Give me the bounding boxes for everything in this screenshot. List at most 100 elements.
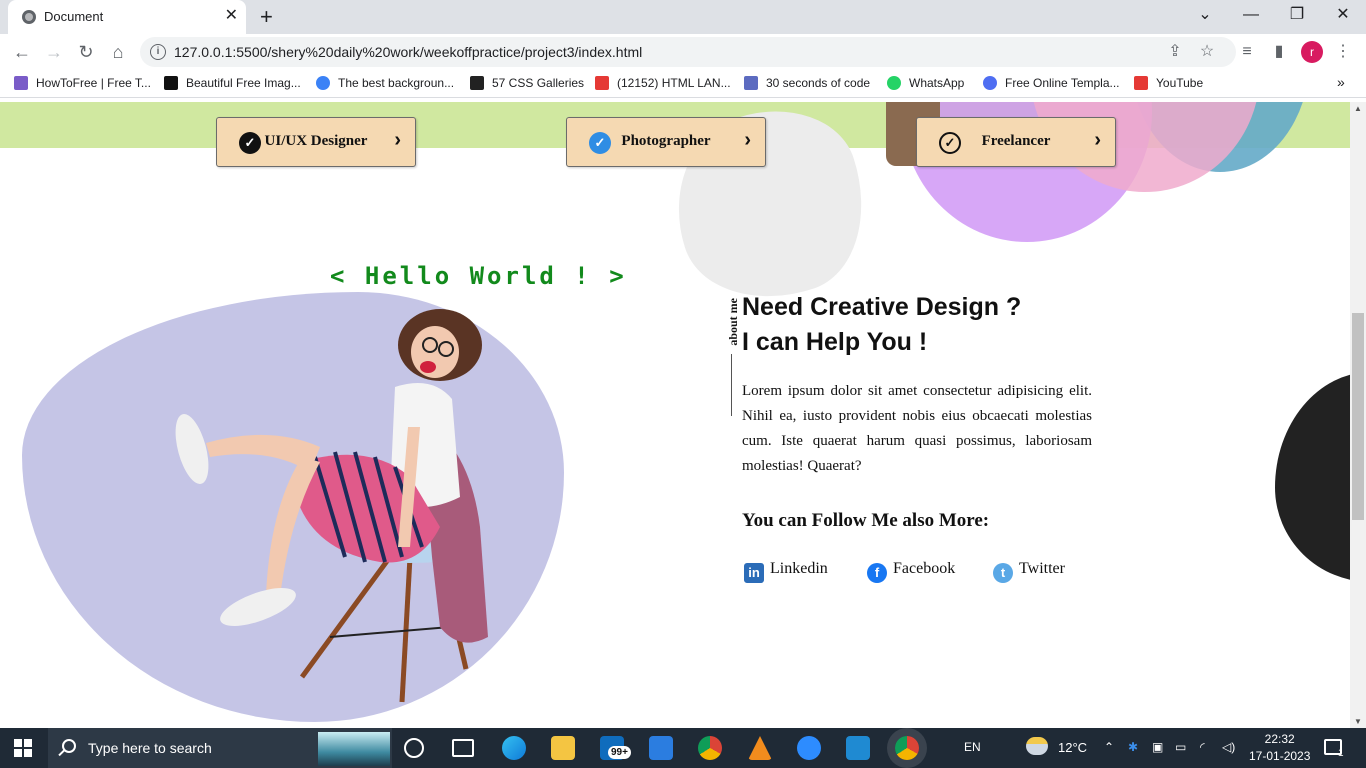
- section-heading: Need Creative Design ? I can Help You !: [742, 290, 1021, 360]
- url-text[interactable]: 127.0.0.1:5500/shery%20daily%20work/week…: [174, 44, 642, 60]
- address-bar[interactable]: i 127.0.0.1:5500/shery%20daily%20work/we…: [140, 37, 1236, 67]
- about-paragraph: Lorem ipsum dolor sit amet consectetur a…: [742, 383, 1092, 474]
- social-link-linkedin[interactable]: in Linkedin: [744, 560, 828, 583]
- reading-list-icon[interactable]: ≡: [1236, 41, 1258, 63]
- facebook-icon: f: [867, 563, 887, 583]
- bookmark-favicon-icon: [164, 76, 178, 90]
- scroll-up-icon[interactable]: ▲: [1350, 104, 1366, 113]
- tab-close-icon[interactable]: ✕: [225, 7, 238, 25]
- volume-icon[interactable]: ◁): [1222, 740, 1235, 754]
- clock-date: 17-01-2023: [1249, 749, 1311, 763]
- bookmark-item[interactable]: 30 seconds of code: [744, 76, 870, 90]
- bookmark-item[interactable]: HowToFree | Free T...: [14, 76, 151, 90]
- card-label: Photographer: [621, 133, 711, 149]
- bookmark-item[interactable]: The best backgroun...: [316, 76, 454, 90]
- windows-taskbar: Type here to search 99+ EN 12°C ⌃ ✱ ▣ ▭ …: [0, 728, 1366, 768]
- taskbar-search-input[interactable]: Type here to search: [48, 728, 392, 768]
- bookmark-item[interactable]: Beautiful Free Imag...: [164, 76, 301, 90]
- chevron-right-icon: ›: [394, 129, 401, 151]
- zoom-icon[interactable]: [797, 736, 821, 760]
- chrome-icon[interactable]: [698, 736, 722, 760]
- bookmark-item[interactable]: 57 CSS Galleries: [470, 76, 584, 90]
- tab-search-icon[interactable]: ⌄: [1182, 4, 1228, 26]
- hello-world-heading: < Hello World ! >: [330, 262, 627, 290]
- youtube-icon: [1134, 76, 1148, 90]
- bookmarks-more-icon[interactable]: »: [1337, 74, 1345, 90]
- decorative-blob: [1275, 372, 1350, 582]
- social-link-facebook[interactable]: f Facebook: [867, 560, 955, 583]
- language-indicator[interactable]: EN: [964, 740, 981, 754]
- youtube-icon: [595, 76, 609, 90]
- store-icon[interactable]: [649, 736, 673, 760]
- globe-icon: [22, 10, 36, 24]
- edge-icon[interactable]: [502, 736, 526, 760]
- chevron-right-icon: ›: [1094, 129, 1101, 151]
- tray-chevron-icon[interactable]: ⌃: [1104, 740, 1114, 754]
- system-clock[interactable]: 22:32 17-01-2023: [1249, 731, 1310, 765]
- reload-icon[interactable]: ↻: [74, 40, 98, 64]
- bookmark-favicon-icon: [14, 76, 28, 90]
- search-icon: [62, 739, 76, 753]
- bookmark-item[interactable]: (12152) HTML LAN...: [595, 76, 731, 90]
- browser-toolbar: ← → ↻ ⌂ i 127.0.0.1:5500/shery%20daily%2…: [0, 34, 1366, 70]
- scroll-thumb[interactable]: [1352, 313, 1364, 520]
- new-tab-button[interactable]: +: [260, 4, 273, 30]
- card-photographer[interactable]: ✓ Photographer ›: [566, 117, 766, 167]
- bluetooth-icon[interactable]: ✱: [1128, 740, 1138, 754]
- back-icon[interactable]: ←: [10, 40, 34, 64]
- home-icon[interactable]: ⌂: [106, 40, 130, 64]
- page-scrollbar[interactable]: ▲ ▼: [1350, 102, 1366, 728]
- wifi-icon[interactable]: ◜: [1200, 740, 1205, 754]
- bookmark-favicon-icon: [983, 76, 997, 90]
- tab-title: Document: [44, 9, 104, 24]
- card-freelancer[interactable]: ✓ Freelancer ›: [916, 117, 1116, 167]
- bookmark-favicon-icon: [470, 76, 484, 90]
- linkedin-icon: in: [744, 563, 764, 583]
- minimize-button[interactable]: —: [1228, 4, 1274, 26]
- card-uiux-designer[interactable]: ✓ UI/UX Designer ›: [216, 117, 416, 167]
- file-explorer-icon[interactable]: [551, 736, 575, 760]
- about-me-label: about me: [726, 298, 740, 346]
- follow-heading: You can Follow Me also More:: [742, 510, 990, 531]
- heading-line-1: Need Creative Design ?: [742, 293, 1022, 321]
- vscode-icon[interactable]: [846, 736, 870, 760]
- vlc-icon[interactable]: [748, 736, 772, 760]
- restore-button[interactable]: ❐: [1274, 4, 1320, 26]
- chevron-right-icon: ›: [744, 129, 751, 151]
- windows-start-icon[interactable]: [14, 739, 32, 757]
- page-viewport: ✓ UI/UX Designer › ✓ Photographer › ✓ Fr…: [0, 102, 1350, 728]
- clock-time: 22:32: [1264, 732, 1295, 746]
- bookmark-item[interactable]: Free Online Templa...: [983, 76, 1120, 90]
- side-panel-icon[interactable]: ▮: [1268, 41, 1290, 63]
- search-placeholder: Type here to search: [88, 740, 212, 756]
- temperature[interactable]: 12°C: [1058, 740, 1087, 755]
- profile-avatar[interactable]: r: [1301, 41, 1323, 63]
- heading-line-2: I can Help You !: [742, 328, 928, 356]
- share-icon[interactable]: ⇪: [1164, 41, 1186, 63]
- mail-badge: 99+: [608, 746, 631, 759]
- menu-icon[interactable]: ⋮: [1332, 41, 1354, 63]
- forward-icon[interactable]: →: [42, 40, 66, 64]
- battery-icon[interactable]: ▭: [1175, 740, 1186, 754]
- social-link-twitter[interactable]: t Twitter: [993, 560, 1065, 583]
- close-window-button[interactable]: ✕: [1320, 4, 1366, 26]
- scroll-down-icon[interactable]: ▼: [1350, 717, 1366, 726]
- card-label: UI/UX Designer: [264, 133, 368, 149]
- site-info-icon[interactable]: i: [150, 44, 166, 60]
- portrait-image: [175, 309, 488, 703]
- bookmark-favicon-icon: [316, 76, 330, 90]
- cortana-icon[interactable]: [404, 738, 424, 758]
- whatsapp-icon: [887, 76, 901, 90]
- meet-icon[interactable]: ▣: [1152, 740, 1163, 754]
- bookmark-favicon-icon: [744, 76, 758, 90]
- search-highlight-image: [318, 732, 390, 766]
- browser-titlebar: Document ✕ + ⌄ — ❐ ✕: [0, 0, 1366, 34]
- bookmark-star-icon[interactable]: ☆: [1196, 41, 1218, 63]
- browser-tab[interactable]: Document ✕: [8, 0, 246, 34]
- twitter-icon: t: [993, 563, 1013, 583]
- task-view-icon[interactable]: [452, 739, 474, 757]
- bookmark-item[interactable]: WhatsApp: [887, 76, 964, 90]
- chrome-active-icon[interactable]: [895, 736, 919, 760]
- weather-icon[interactable]: [1026, 737, 1048, 755]
- bookmark-item[interactable]: YouTube: [1134, 76, 1203, 90]
